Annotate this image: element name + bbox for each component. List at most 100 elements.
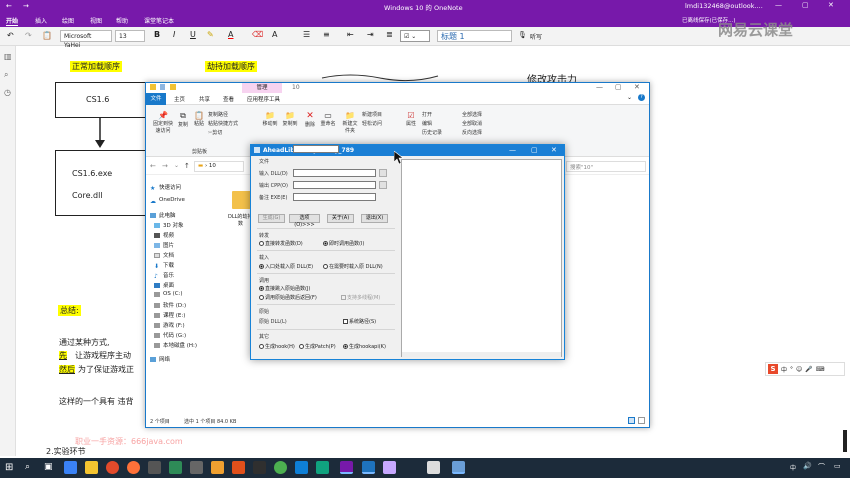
punct-icon[interactable]: ° — [790, 366, 793, 373]
tab-file[interactable]: 文件 — [146, 93, 166, 105]
keyboard-icon[interactable]: ⌨ — [816, 366, 825, 373]
tab-share[interactable]: 共享 — [199, 95, 210, 103]
nav-documents[interactable]: 文档 — [154, 251, 174, 259]
app-icon[interactable] — [232, 461, 245, 474]
emoji-icon[interactable]: ☺ — [796, 366, 802, 373]
nav-drive-c[interactable]: OS (C:) — [154, 291, 183, 297]
nav-this-pc[interactable]: 此电脑 — [150, 211, 176, 219]
close-button[interactable]: ✕ — [828, 1, 834, 9]
back-icon[interactable]: ← — [150, 162, 156, 170]
new-folder-icon[interactable] — [170, 84, 176, 90]
backup-exe-field[interactable] — [293, 193, 376, 201]
nav-desktop[interactable]: 桌面 — [154, 281, 174, 289]
edge-icon[interactable] — [64, 461, 77, 474]
font-name-select[interactable]: Microsoft YaHei — [60, 30, 112, 49]
tab-view[interactable]: 查看 — [223, 95, 234, 103]
properties-button[interactable]: ☑ 属性 — [404, 111, 418, 127]
microphone-icon[interactable]: 🎙 — [518, 31, 527, 39]
easy-access-button[interactable]: 轻松访问 — [362, 120, 382, 127]
aheadlib-taskbar-icon[interactable] — [452, 461, 465, 474]
nav-drive-f[interactable]: 游戏 (F:) — [154, 321, 185, 329]
text-effects-icon[interactable]: A — [272, 30, 277, 39]
input-dll-field[interactable] — [293, 169, 376, 177]
system-tray-ime[interactable]: 中 — [790, 463, 796, 472]
radio-call-after[interactable]: 调用原始函数后返回(F) — [259, 294, 317, 301]
radio-load-need[interactable]: 在需要时载入原 DLL(N) — [323, 263, 383, 270]
browse-input-button[interactable] — [379, 169, 387, 177]
help-icon[interactable]: ? — [638, 94, 645, 101]
paste-button[interactable]: 📋 粘贴 — [192, 111, 206, 127]
firefox-icon[interactable] — [127, 461, 140, 474]
radio-forward-direct[interactable]: 直接转发函数(D) — [259, 240, 303, 247]
maximize-button[interactable]: ▢ — [615, 83, 622, 91]
tab-draw[interactable]: 绘图 — [62, 16, 74, 25]
nav-drive-h[interactable]: 本地磁盘 (H:) — [154, 341, 197, 349]
delete-button[interactable]: ✕ 删除 — [303, 111, 317, 128]
chrome-icon[interactable] — [106, 461, 119, 474]
details-view-icon[interactable] — [628, 417, 635, 424]
app-icon[interactable] — [362, 461, 375, 474]
app-icon[interactable] — [190, 461, 203, 474]
search-icon[interactable]: ⌕ — [4, 70, 8, 80]
tab-home[interactable]: 开始 — [6, 16, 19, 26]
bullet-list-icon[interactable]: ☰ — [303, 30, 310, 39]
volume-icon[interactable]: 🔊 — [803, 462, 812, 470]
back-arrow-icon[interactable]: ← — [6, 2, 12, 10]
checkbox-system-path[interactable]: 系统路径(S) — [343, 318, 376, 325]
edit-button[interactable]: 编辑 — [422, 120, 432, 127]
app-icon[interactable] — [274, 461, 287, 474]
nav-pictures[interactable]: 图片 — [154, 241, 174, 249]
align-icon[interactable]: ≣ — [386, 30, 393, 39]
cut-button[interactable]: ✂剪切 — [208, 129, 222, 136]
history-button[interactable]: 历史记录 — [422, 129, 442, 136]
outdent-icon[interactable]: ⇤ — [347, 30, 354, 39]
exit-button[interactable]: 退出(X) — [361, 214, 388, 223]
radio-gen-patch[interactable]: 生成Patch(P) — [299, 343, 336, 350]
dictate-label[interactable]: 听写 — [530, 32, 542, 41]
ribbon-collapse-icon[interactable]: ⌄ — [627, 94, 632, 101]
notebooks-icon[interactable]: ▥ — [4, 52, 12, 61]
output-cpp-field[interactable] — [293, 181, 376, 189]
indent-icon[interactable]: ⇥ — [367, 30, 374, 39]
font-size-select[interactable]: 13 — [115, 30, 145, 42]
app-icon[interactable] — [316, 461, 329, 474]
invert-selection-button[interactable]: 反向选择 — [462, 129, 482, 136]
page-scrollbar[interactable] — [843, 430, 847, 452]
tab-help[interactable]: 帮助 — [116, 16, 128, 25]
nav-music[interactable]: ♪ 音乐 — [154, 271, 174, 280]
generate-button[interactable]: 生成(G) — [258, 214, 285, 223]
nav-drive-e[interactable]: 课程 (E:) — [154, 311, 185, 319]
tab-app-tools[interactable]: 应用程序工具 — [247, 95, 280, 103]
select-all-button[interactable]: 全部选择 — [462, 111, 482, 118]
app-icon[interactable] — [148, 461, 161, 474]
minimize-button[interactable]: — — [775, 1, 782, 9]
app-icon[interactable] — [383, 461, 396, 474]
minimize-button[interactable]: — — [509, 146, 516, 154]
app-icon[interactable] — [295, 461, 308, 474]
windows-start-icon[interactable]: ⊞ — [5, 462, 13, 473]
account-name[interactable]: lmdi132468@outlook.... — [685, 2, 763, 10]
notion-icon[interactable] — [253, 461, 266, 474]
nav-downloads[interactable]: ⬇ 下载 — [154, 261, 174, 270]
tab-view[interactable]: 视图 — [90, 16, 102, 25]
move-to-button[interactable]: 📁 移动到 — [261, 111, 279, 127]
rename-button[interactable]: ▭ 重命名 — [319, 111, 337, 127]
italic-button[interactable]: I — [173, 30, 175, 39]
ime-mode[interactable]: 中 — [781, 365, 787, 374]
radio-call-direct[interactable]: 直接跳入原始函数(J) — [259, 285, 310, 292]
pin-button[interactable]: 📌 固定到快速访问 — [152, 111, 174, 134]
about-button[interactable]: 关于(A) — [327, 214, 354, 223]
manage-title-tab[interactable]: 管理 — [242, 83, 282, 93]
options-button[interactable]: 选项(O)>>> — [289, 214, 320, 228]
style-select[interactable]: 标题 1 — [437, 30, 512, 42]
app-icon[interactable] — [211, 461, 224, 474]
copy-path-button[interactable]: 复制路径 — [208, 111, 228, 118]
up-icon[interactable]: ↑ — [184, 162, 190, 170]
nav-videos[interactable]: 视频 — [154, 231, 174, 239]
clipboard-icon[interactable]: 📋 — [42, 31, 52, 40]
browse-output-button[interactable] — [379, 181, 387, 189]
file-explorer-icon[interactable] — [85, 461, 98, 474]
tab-class-notebook[interactable]: 课堂笔记本 — [144, 16, 174, 25]
underline-button[interactable]: U — [190, 30, 196, 39]
app-icon[interactable] — [169, 461, 182, 474]
